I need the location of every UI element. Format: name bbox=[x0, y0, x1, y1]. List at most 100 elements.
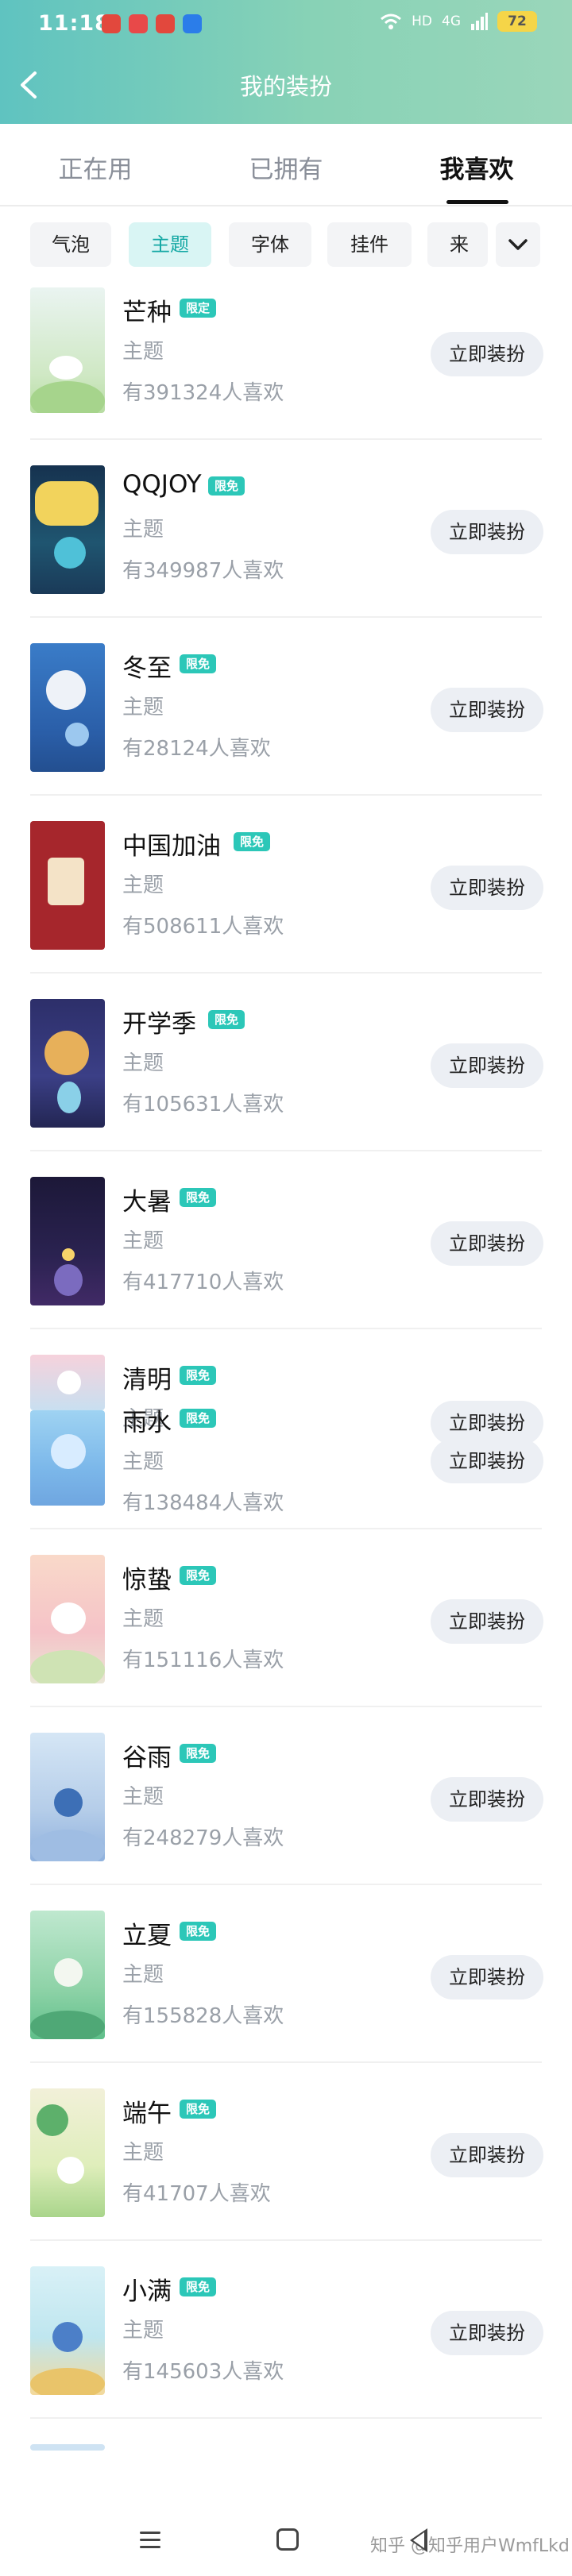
signal-label: 4G bbox=[442, 13, 461, 29]
apply-theme-button[interactable]: 立即装扮 bbox=[431, 1043, 543, 1088]
apply-theme-button[interactable]: 立即装扮 bbox=[431, 1221, 543, 1266]
theme-thumbnail[interactable] bbox=[30, 1555, 105, 1683]
theme-thumbnail[interactable] bbox=[30, 2088, 105, 2217]
theme-name: 雨水 bbox=[122, 1409, 172, 1437]
theme-type: 主题 bbox=[122, 1607, 164, 1631]
page-title: 我的装扮 bbox=[239, 73, 332, 100]
theme-thumbnail[interactable] bbox=[30, 465, 105, 594]
tab-active-indicator bbox=[446, 200, 508, 204]
status-time: 11:18 bbox=[38, 11, 110, 36]
theme-likes: 有155828人喜欢 bbox=[122, 2004, 284, 2028]
theme-thumbnail[interactable] bbox=[30, 1177, 105, 1305]
chevron-down-icon bbox=[508, 239, 528, 250]
list-item: 立夏 限免 主题 有155828人喜欢 立即装扮 bbox=[0, 1885, 572, 2063]
theme-thumbnail[interactable] bbox=[30, 287, 105, 413]
list-item: 谷雨 限免 主题 有248279人喜欢 立即装扮 bbox=[0, 1707, 572, 1885]
theme-type: 主题 bbox=[122, 1785, 164, 1809]
theme-likes: 有138484人喜欢 bbox=[122, 1491, 284, 1515]
apply-theme-button[interactable]: 立即装扮 bbox=[431, 1599, 543, 1644]
theme-thumbnail[interactable] bbox=[30, 1733, 105, 1861]
apply-theme-button[interactable]: 立即装扮 bbox=[431, 332, 543, 376]
limited-badge: 限免 bbox=[180, 1366, 217, 1385]
notification-icons bbox=[102, 14, 202, 33]
list-item: 芒种 限定 主题 有391324人喜欢 立即装扮 bbox=[0, 281, 572, 440]
theme-name: 端午 bbox=[122, 2100, 172, 2128]
theme-type: 主题 bbox=[122, 1051, 164, 1075]
theme-name: 冬至 bbox=[122, 654, 172, 683]
theme-name: 清明 bbox=[122, 1366, 172, 1394]
list-item: 开学季 限免 主题 有105631人喜欢 立即装扮 bbox=[0, 974, 572, 1151]
theme-type: 主题 bbox=[122, 1963, 164, 1987]
theme-thumbnail[interactable] bbox=[30, 2266, 105, 2395]
apply-theme-button[interactable]: 立即装扮 bbox=[431, 2133, 543, 2177]
home-icon[interactable] bbox=[276, 2528, 299, 2551]
apply-theme-button[interactable]: 立即装扮 bbox=[431, 510, 543, 554]
theme-thumbnail[interactable] bbox=[30, 1911, 105, 2039]
list-item bbox=[0, 2419, 572, 2451]
tab-in-use[interactable]: 正在用 bbox=[16, 149, 175, 185]
list-item: 大暑 限免 主题 有417710人喜欢 立即装扮 bbox=[0, 1151, 572, 1329]
list-item: 中国加油 限免 主题 有508611人喜欢 立即装扮 bbox=[0, 796, 572, 974]
filter-chip-pendant[interactable]: 挂件 bbox=[327, 222, 412, 267]
theme-type: 主题 bbox=[122, 696, 164, 719]
watermark: 知乎 @知乎用户WmfLkd bbox=[370, 2536, 570, 2556]
system-nav-bar: 知乎 @知乎用户WmfLkd bbox=[0, 2509, 572, 2576]
theme-likes: 有105631人喜欢 bbox=[122, 1093, 284, 1116]
limited-badge: 限免 bbox=[208, 1010, 245, 1029]
tab-bar: 正在用 已拥有 我喜欢 bbox=[0, 124, 572, 206]
header-bar: 11:18 HD 4G 72 我的装扮 bbox=[0, 0, 572, 124]
list-item: 惊蛰 限免 主题 有151116人喜欢 立即装扮 bbox=[0, 1529, 572, 1707]
limited-badge: 限免 bbox=[180, 654, 217, 673]
limited-badge: 限免 bbox=[234, 832, 271, 851]
back-triangle-icon[interactable] bbox=[410, 2528, 427, 2552]
tab-liked[interactable]: 我喜欢 bbox=[397, 149, 556, 185]
theme-name: 立夏 bbox=[122, 1922, 172, 1950]
theme-likes: 有41707人喜欢 bbox=[122, 2182, 271, 2206]
limited-badge: 限定 bbox=[180, 299, 217, 318]
theme-type: 主题 bbox=[122, 340, 164, 364]
filter-chip-theme[interactable]: 主题 bbox=[129, 222, 211, 267]
theme-likes: 有151116人喜欢 bbox=[122, 1649, 284, 1672]
apply-theme-button[interactable]: 立即装扮 bbox=[431, 1777, 543, 1822]
battery-icon: 72 bbox=[497, 11, 537, 32]
limited-badge: 限免 bbox=[180, 2277, 217, 2296]
apply-theme-button[interactable]: 立即装扮 bbox=[431, 1439, 543, 1483]
theme-likes: 有349987人喜欢 bbox=[122, 559, 284, 583]
theme-thumbnail[interactable] bbox=[30, 1355, 105, 1410]
filter-chip-more-partial[interactable]: 来 bbox=[427, 222, 488, 267]
status-right: HD 4G 72 bbox=[380, 11, 537, 32]
tab-owned[interactable]: 已拥有 bbox=[207, 149, 365, 185]
apply-theme-button[interactable]: 立即装扮 bbox=[431, 2311, 543, 2355]
signal-icon bbox=[471, 13, 488, 30]
list-item: 清明 限免 主题 立即装扮 bbox=[0, 1329, 572, 1445]
menu-icon[interactable] bbox=[140, 2532, 160, 2551]
theme-likes: 有145603人喜欢 bbox=[122, 2360, 284, 2384]
theme-name: 惊蛰 bbox=[122, 1566, 172, 1595]
app-notification-icon bbox=[102, 14, 121, 33]
theme-name: 小满 bbox=[122, 2277, 172, 2306]
list-item: 小满 限免 主题 有145603人喜欢 立即装扮 bbox=[0, 2241, 572, 2419]
theme-name: 谷雨 bbox=[122, 1744, 172, 1772]
filter-chip-font[interactable]: 字体 bbox=[229, 222, 311, 267]
apply-theme-button[interactable]: 立即装扮 bbox=[431, 1955, 543, 1999]
theme-likes: 有508611人喜欢 bbox=[122, 915, 284, 939]
network-label: HD bbox=[412, 13, 432, 29]
app-notification-icon bbox=[183, 14, 202, 33]
theme-thumbnail[interactable] bbox=[30, 2444, 105, 2451]
wifi-icon bbox=[381, 13, 402, 29]
limited-badge: 限免 bbox=[180, 1188, 217, 1207]
theme-thumbnail[interactable] bbox=[30, 999, 105, 1128]
theme-thumbnail[interactable] bbox=[30, 643, 105, 772]
theme-thumbnail[interactable] bbox=[30, 1410, 105, 1506]
filter-bar: 气泡 主题 字体 挂件 来 bbox=[0, 208, 572, 281]
theme-type: 主题 bbox=[122, 2319, 164, 2343]
theme-thumbnail[interactable] bbox=[30, 821, 105, 950]
limited-badge: 限免 bbox=[208, 476, 245, 496]
list-item: QQJOY 限免 主题 有349987人喜欢 立即装扮 bbox=[0, 440, 572, 618]
expand-filters-button[interactable] bbox=[496, 222, 540, 267]
apply-theme-button[interactable]: 立即装扮 bbox=[431, 866, 543, 910]
filter-chip-bubble[interactable]: 气泡 bbox=[30, 222, 111, 267]
apply-theme-button[interactable]: 立即装扮 bbox=[431, 688, 543, 732]
status-bar: 11:18 HD 4G 72 bbox=[0, 0, 572, 49]
theme-likes: 有417710人喜欢 bbox=[122, 1271, 284, 1294]
